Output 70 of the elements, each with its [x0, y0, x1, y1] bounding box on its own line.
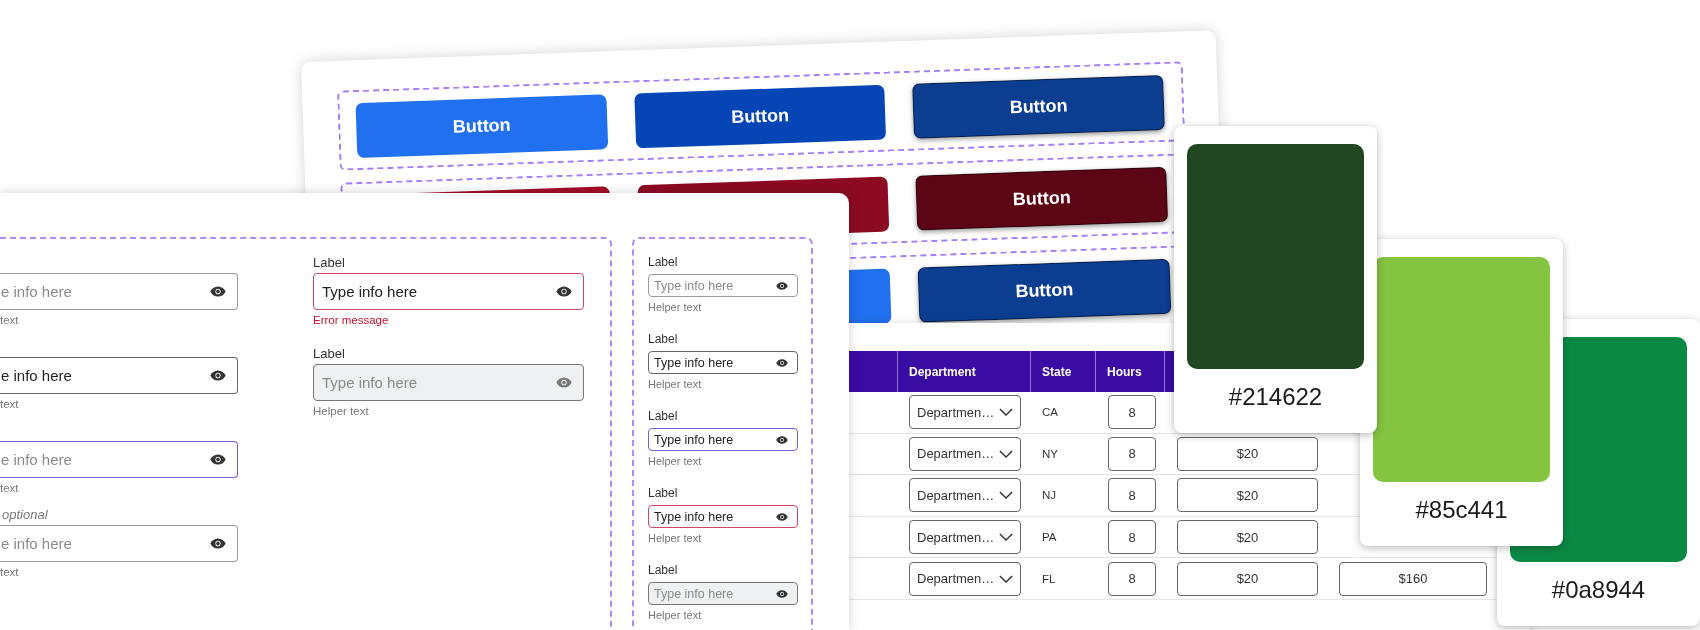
color-hex-label: #0a8944	[1551, 576, 1646, 604]
hours-field[interactable]: 8	[1108, 436, 1156, 471]
department-dropdown[interactable]: Departmen…	[909, 395, 1021, 430]
amount-field[interactable]: $160	[1339, 561, 1487, 596]
chevron-down-icon	[999, 533, 1013, 542]
table-cell: NJ	[1042, 489, 1057, 502]
button[interactable]: Button	[917, 258, 1172, 323]
chevron-down-icon	[999, 574, 1013, 583]
input-field[interactable]: Type info here	[313, 273, 584, 310]
helper-text: Helper text	[648, 532, 702, 545]
helper-text: text	[0, 313, 19, 327]
chevron-down-icon	[999, 491, 1013, 500]
hours-field[interactable]: 8	[1108, 478, 1156, 513]
error-message: Error message	[313, 313, 389, 327]
input-field[interactable]: e info here	[0, 357, 238, 394]
color-hex-label: #214622	[1228, 383, 1323, 411]
eye-icon[interactable]	[210, 286, 226, 297]
table-cell: CA	[1042, 406, 1058, 419]
chevron-down-icon	[999, 408, 1013, 417]
field-label: Label	[648, 332, 678, 346]
field-label: Label	[648, 409, 678, 423]
hours-field[interactable]: 8	[1108, 561, 1156, 596]
chevron-down-icon	[999, 449, 1013, 458]
column-header: State	[1042, 364, 1072, 379]
department-dropdown[interactable]: Departmen…	[909, 520, 1021, 555]
amount-field[interactable]: $20	[1177, 478, 1318, 513]
eye-icon[interactable]	[210, 454, 226, 465]
helper-text: Helper text	[648, 609, 702, 622]
button[interactable]: Button	[633, 84, 887, 148]
amount-field[interactable]: $20	[1177, 561, 1318, 596]
helper-text: text	[0, 481, 19, 495]
helper-text: Helper text	[648, 455, 702, 468]
button[interactable]: Button	[912, 74, 1165, 139]
input-field[interactable]: Type info here	[648, 505, 798, 528]
hours-field[interactable]: 8	[1108, 520, 1156, 555]
table-cell: FL	[1042, 572, 1056, 585]
eye-icon[interactable]	[210, 370, 226, 381]
eye-icon[interactable]	[776, 358, 788, 367]
department-dropdown[interactable]: Departmen…	[909, 436, 1021, 471]
table-cell: PA	[1042, 531, 1057, 544]
department-dropdown[interactable]: Departmen…	[909, 561, 1021, 596]
helper-text: text	[0, 565, 19, 579]
eye-icon[interactable]	[776, 512, 788, 521]
input-field[interactable]: Type info here	[648, 351, 798, 374]
eye-icon[interactable]	[776, 281, 788, 290]
amount-field[interactable]: $20	[1177, 436, 1318, 471]
eye-icon[interactable]	[776, 435, 788, 444]
optional-note: optional	[1, 507, 48, 523]
field-label: Label	[313, 255, 345, 271]
table-cell: NY	[1042, 447, 1058, 460]
helper-text: Helper text	[648, 378, 702, 391]
field-label: Label	[648, 486, 678, 500]
department-dropdown[interactable]: Departmen…	[909, 478, 1021, 513]
amount-field[interactable]: $20	[1177, 520, 1318, 555]
helper-text: Helper text	[313, 404, 369, 418]
helper-text: text	[0, 397, 19, 411]
helper-text: Helper text	[648, 301, 702, 314]
column-header: Department	[909, 364, 976, 379]
field-label: Label	[648, 255, 678, 269]
hours-field[interactable]: 8	[1108, 395, 1156, 430]
color-hex-label: #85c441	[1415, 496, 1508, 524]
eye-icon[interactable]	[556, 286, 572, 297]
button[interactable]: Button	[915, 166, 1169, 231]
button[interactable]: Button	[355, 93, 608, 158]
column-header: Hours	[1107, 364, 1142, 379]
field-label: Label	[648, 563, 678, 577]
eye-icon[interactable]	[210, 538, 226, 549]
field-label: Label	[313, 346, 345, 362]
input-field[interactable]: Type info here	[648, 274, 798, 297]
input-field[interactable]: Type info here	[648, 428, 798, 451]
